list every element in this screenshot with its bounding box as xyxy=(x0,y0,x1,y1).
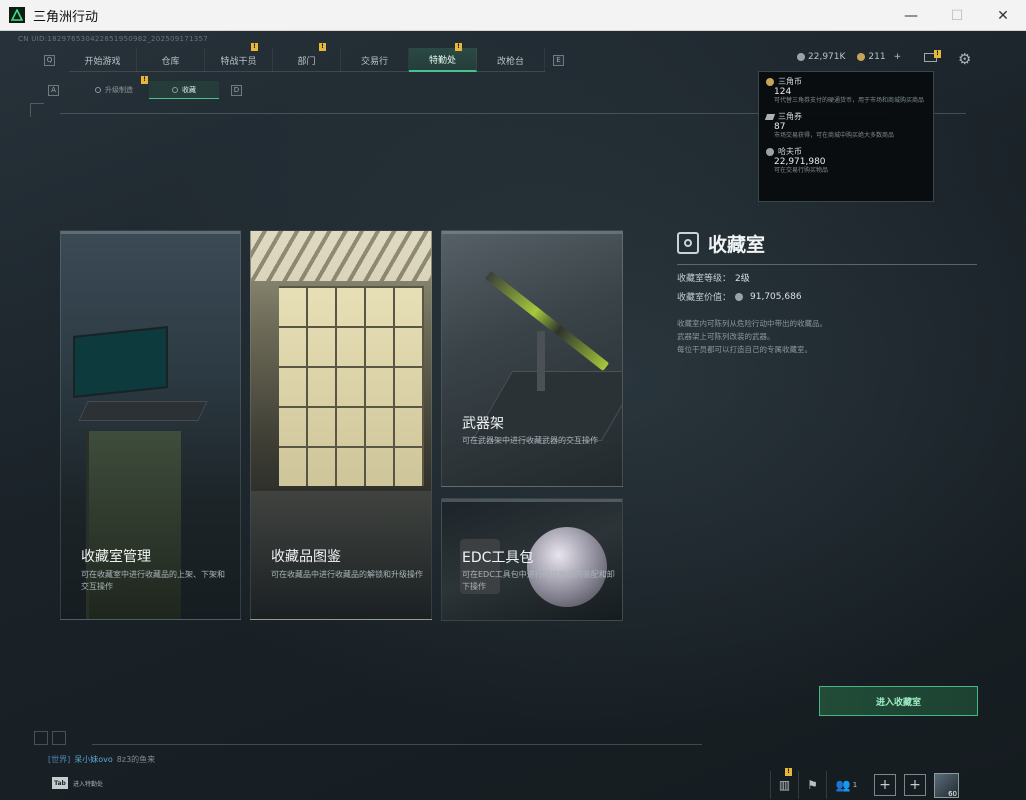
rifle-image xyxy=(484,270,610,372)
corner-decoration xyxy=(52,731,66,745)
special-ops-badge: ! xyxy=(455,43,462,51)
tab-upgrade-craft[interactable]: 升级制造 ! xyxy=(79,76,149,99)
friends-icon: 👥 xyxy=(835,778,851,792)
currency-bar[interactable]: 22,971K 211 + xyxy=(797,52,901,62)
corner-decoration xyxy=(30,103,44,117)
info-description: 收藏室内可陈列从危险行动中带出的收藏品。 武器架上可陈列改装的武器。 每位干员都… xyxy=(677,319,827,354)
tab-warehouse[interactable]: 仓库 xyxy=(137,48,205,72)
hafu-coin-icon xyxy=(766,147,774,156)
window-titlebar: 三角洲行动 — ☐ ✕ xyxy=(0,0,1026,31)
avatar-level: 60 xyxy=(948,789,957,798)
enter-collection-button[interactable]: 进入收藏室 xyxy=(819,686,978,716)
key-hint-e: E xyxy=(553,54,564,66)
vault-icon xyxy=(677,232,699,254)
delta-coin-icon xyxy=(766,77,774,86)
popup-item-delta-coin: 三角币 124 可代替三角券支付的硬通货币，用于市场和商城购买商品 xyxy=(766,76,926,105)
key-hint-q: Q xyxy=(44,54,55,66)
coupon-icon xyxy=(857,53,866,61)
window-title: 三角洲行动 xyxy=(33,9,99,25)
hafu-amount: 22,971K xyxy=(808,52,846,62)
tab-hint[interactable]: Tab 进入特勤处 xyxy=(52,777,103,789)
minimize-button[interactable]: — xyxy=(888,0,934,31)
add-button-1[interactable]: + xyxy=(874,774,896,796)
chat-line[interactable]: [世界] 呆小妹ovo 8z3的鱼来 xyxy=(48,754,155,765)
collection-value: 收藏室价值： 91,705,686 xyxy=(677,291,802,304)
card-desc: 可在EDC工具包中进行随身物品的装配和卸下操作 xyxy=(462,570,615,591)
card-title: 收藏品图鉴 xyxy=(271,549,341,565)
nav-tabs: 开始游戏 仓库 特战干员! 部门! 交易行 特勤处! 改枪台 xyxy=(69,43,545,72)
card-desc: 可在收藏品中进行收藏品的解锁和升级操作 xyxy=(271,570,423,579)
coupon-amount: 211 xyxy=(868,52,886,62)
ticket-icon xyxy=(764,113,776,120)
maximize-button[interactable]: ☐ xyxy=(934,0,980,31)
friends-button[interactable]: 👥 1 xyxy=(826,771,866,799)
card-desc: 可在武器架中进行收藏武器的交互操作 xyxy=(462,436,598,445)
tab-start-game[interactable]: 开始游戏 xyxy=(69,48,137,72)
card-desc: 可在收藏室中进行收藏品的上架、下架和交互操作 xyxy=(81,570,225,591)
popup-item-delta-coupon: 三角券 87 市场交易获得，可在商城中购买绝大多数商品 xyxy=(764,111,926,140)
add-button-2[interactable]: + xyxy=(904,774,926,796)
sub-tabs: 升级制造 ! 收藏 xyxy=(79,76,219,99)
bar-chart-icon: ▥ xyxy=(778,778,791,792)
mail-badge: ! xyxy=(934,50,941,58)
collection-info-panel: 收藏室 收藏室等级： 2级 收藏室价值： 91,705,686 收藏室内可陈列从… xyxy=(677,228,977,356)
card-collection-catalog[interactable]: 收藏品图鉴 可在收藏品中进行收藏品的解锁和升级操作 xyxy=(250,230,432,620)
tab-department[interactable]: 部门! xyxy=(273,43,341,72)
hafu-coin-icon xyxy=(735,292,744,301)
department-badge: ! xyxy=(319,43,326,51)
close-button[interactable]: ✕ xyxy=(980,0,1026,31)
add-currency-button[interactable]: + xyxy=(894,52,902,62)
hafu-coin-icon xyxy=(797,53,805,61)
card-edc-kit[interactable]: EDC工具包 可在EDC工具包中进行随身物品的装配和卸下操作 xyxy=(441,498,623,621)
flag-icon: ⚑ xyxy=(807,778,818,792)
key-hint-d: D xyxy=(231,84,242,96)
top-nav: Q 开始游戏 仓库 特战干员! 部门! 交易行 特勤处! 改枪台 E xyxy=(44,43,564,72)
upgrade-badge: ! xyxy=(141,76,148,84)
tab-operators[interactable]: 特战干员! xyxy=(205,43,273,72)
tab-collection[interactable]: 收藏 xyxy=(149,81,219,99)
key-hint-a: A xyxy=(48,84,59,96)
operators-badge: ! xyxy=(251,43,258,51)
collection-level: 收藏室等级： 2级 xyxy=(677,274,750,284)
laptop-image xyxy=(73,326,168,398)
display-shelf-image xyxy=(279,286,424,486)
bottom-bar: ▥ ! ⚑ 👥 1 + + 60 xyxy=(770,768,959,799)
bottom-divider xyxy=(92,744,702,745)
game-viewport: CN UID:182976530422851950982_20250917135… xyxy=(0,31,1026,800)
collection-icon xyxy=(172,86,178,93)
info-title: 收藏室 xyxy=(708,233,766,256)
card-title: 收藏室管理 xyxy=(81,549,151,565)
upgrade-icon xyxy=(95,87,101,93)
gear-icon[interactable]: ⚙ xyxy=(958,50,971,68)
card-weapon-rack[interactable]: 武器架 可在武器架中进行收藏武器的交互操作 xyxy=(441,230,623,487)
tab-trade[interactable]: 交易行 xyxy=(341,48,409,72)
card-title: EDC工具包 xyxy=(462,550,534,566)
card-title: 武器架 xyxy=(462,416,504,432)
popup-item-hafu-coin: 哈夫币 22,971,980 可在交易行购买物品 xyxy=(766,146,926,175)
orb-image xyxy=(527,527,607,607)
tab-key: Tab xyxy=(52,777,68,789)
stats-button[interactable]: ▥ ! xyxy=(770,768,798,799)
tab-special-ops[interactable]: 特勤处! xyxy=(409,43,477,72)
app-logo-icon xyxy=(9,7,25,23)
flag-button[interactable]: ⚑ xyxy=(798,771,826,799)
card-collection-management[interactable]: 收藏室管理 可在收藏室中进行收藏品的上架、下架和交互操作 xyxy=(60,230,241,620)
tab-gunsmith[interactable]: 改枪台 xyxy=(477,48,545,72)
stats-badge: ! xyxy=(785,768,792,776)
uid-label: CN UID:182976530422851950982_20250917135… xyxy=(18,35,209,43)
avatar[interactable]: 60 xyxy=(934,772,959,798)
corner-decoration xyxy=(34,731,48,745)
sub-nav: A 升级制造 ! 收藏 D xyxy=(48,76,242,99)
currency-popup: 三角币 124 可代替三角券支付的硬通货币，用于市场和商城购买商品 三角券 87… xyxy=(758,71,934,202)
